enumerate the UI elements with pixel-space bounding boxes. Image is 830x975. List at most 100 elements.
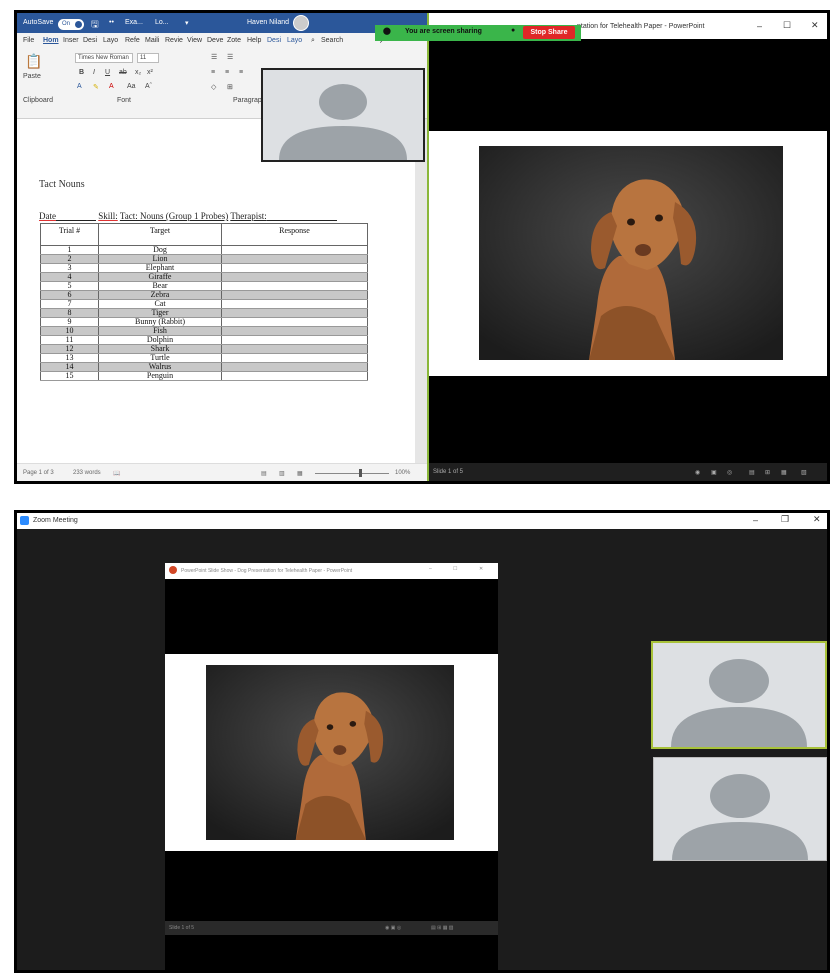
tab-view[interactable]: View (187, 37, 202, 44)
ppt-current-slide[interactable] (429, 131, 827, 376)
font-size-select[interactable]: 11 (137, 53, 159, 63)
tab-mailings[interactable]: Maili (145, 37, 159, 44)
close-icon[interactable]: ✕ (813, 514, 821, 525)
tab-table-design[interactable]: Desi (267, 37, 281, 44)
text-effects-icon[interactable]: A (77, 83, 82, 90)
tab-help[interactable]: Help (247, 37, 261, 44)
borders-icon[interactable]: ⊞ (227, 83, 233, 91)
align-center-icon[interactable]: ≡ (225, 69, 229, 76)
doc-header-line: Date Skill: Tact: Nouns (Group 1 Probes)… (39, 211, 337, 221)
close-icon[interactable]: ✕ (811, 20, 819, 31)
tab-references[interactable]: Refe (125, 37, 140, 44)
word-count[interactable]: 233 words (73, 470, 101, 476)
zoom-meeting-panel: Zoom Meeting – ❐ ✕ PowerPoint Slide Show… (14, 510, 830, 973)
change-case-icon[interactable]: Aa (127, 83, 136, 90)
paste-label[interactable]: Paste (23, 73, 41, 80)
user-name: Haven Niland (247, 19, 290, 26)
response-cell[interactable] (221, 335, 368, 345)
tab-developer[interactable]: Deve (207, 37, 223, 44)
table-row: 5 Bear (40, 281, 368, 291)
notes-icon[interactable]: ◉ (695, 469, 700, 476)
highlight-icon[interactable]: ✎ (93, 83, 99, 91)
slide-sorter-icon[interactable]: ◎ (727, 469, 732, 476)
align-left-icon[interactable]: ≡ (211, 69, 215, 76)
tab-layout[interactable]: Layo (103, 37, 118, 44)
print-layout-icon[interactable]: ▥ (279, 470, 285, 477)
underline-icon[interactable]: U (105, 69, 110, 76)
response-cell[interactable] (221, 245, 368, 255)
response-cell[interactable] (221, 254, 368, 264)
table-row: 14 Walrus (40, 362, 368, 372)
document-page[interactable]: Tact Nouns Date Skill: Tact: Nouns (Grou… (17, 119, 415, 463)
tab-file[interactable]: File (23, 37, 34, 44)
response-cell[interactable] (221, 290, 368, 300)
tab-zotero[interactable]: Zote (227, 37, 241, 44)
tab-review[interactable]: Revie (165, 37, 183, 44)
subscript-icon[interactable]: x₂ (135, 69, 141, 76)
participant-video[interactable] (653, 757, 827, 861)
read-mode-icon[interactable]: ▤ (261, 470, 267, 477)
font-color-icon[interactable]: A (109, 83, 114, 90)
shading-icon[interactable]: ◇ (211, 83, 216, 91)
slideshow-icon[interactable]: ⊞ (765, 469, 770, 476)
minimize-icon[interactable]: – (753, 515, 758, 525)
bold-icon[interactable]: B (79, 69, 84, 76)
zoom-level[interactable]: 100% (395, 470, 410, 476)
trial-cell: 15 (40, 371, 99, 381)
title-dropdown-icon[interactable]: ▾ (185, 19, 189, 27)
ribbon-tabs: File Hom Inser Desi Layo Refe Maili Revi… (17, 33, 427, 49)
proofing-icon[interactable]: 📖 (113, 470, 120, 477)
tab-table-layout[interactable]: Layo (287, 37, 302, 44)
tab-home[interactable]: Hom (43, 37, 59, 44)
grid-view-icon[interactable]: ▧ (801, 469, 807, 476)
shared-screen-slideshow[interactable]: PowerPoint Slide Show - Dog Presentation… (165, 563, 498, 970)
bullets-icon[interactable]: ☰ (211, 53, 217, 61)
doc-location[interactable]: Lo... (155, 19, 169, 26)
superscript-icon[interactable]: x² (147, 69, 153, 76)
fit-slide-icon[interactable]: ▦ (781, 469, 787, 476)
autosave-toggle[interactable]: On (58, 19, 84, 30)
response-cell[interactable] (221, 344, 368, 354)
web-layout-icon[interactable]: ▦ (297, 470, 303, 477)
response-cell[interactable] (221, 263, 368, 273)
self-video-thumbnail[interactable] (261, 68, 425, 162)
paste-icon[interactable]: 📋 (25, 53, 42, 70)
sharing-options-icon[interactable]: ● (511, 27, 515, 34)
response-cell[interactable] (221, 326, 368, 336)
numbering-icon[interactable]: ☰ (227, 53, 233, 61)
response-cell[interactable] (221, 272, 368, 282)
align-right-icon[interactable]: ≡ (239, 69, 243, 76)
avatar-placeholder-icon (671, 659, 807, 747)
response-cell[interactable] (221, 308, 368, 318)
minimize-icon[interactable]: – (757, 21, 762, 31)
user-avatar[interactable] (293, 15, 309, 31)
document-area: Tact Nouns Date Skill: Tact: Nouns (Grou… (17, 119, 427, 463)
zoom-slider-thumb[interactable] (359, 469, 362, 477)
zoom-slider[interactable] (315, 473, 389, 474)
response-cell[interactable] (221, 299, 368, 309)
italic-icon[interactable]: I (93, 69, 95, 76)
response-cell[interactable] (221, 362, 368, 372)
therapist-blank (266, 212, 337, 221)
response-cell[interactable] (221, 317, 368, 327)
tab-insert[interactable]: Inser (63, 37, 79, 44)
response-cell[interactable] (221, 353, 368, 363)
response-cell[interactable] (221, 281, 368, 291)
stop-share-button[interactable]: Stop Share (523, 26, 575, 39)
reading-view-icon[interactable]: ▤ (749, 469, 755, 476)
page-count[interactable]: Page 1 of 3 (23, 470, 54, 476)
font-name-select[interactable]: Times New Roman (75, 53, 133, 63)
response-cell[interactable] (221, 371, 368, 381)
search-label[interactable]: Search (321, 37, 343, 44)
normal-view-icon[interactable]: ▣ (711, 469, 717, 476)
search-icon[interactable]: ⌕ (311, 37, 315, 45)
strikethrough-icon[interactable]: ab (119, 69, 127, 76)
sharing-status-icon: ⬤ (383, 28, 391, 35)
restore-icon[interactable]: ❐ (781, 514, 789, 525)
maximize-icon[interactable]: ☐ (783, 20, 791, 31)
participant-video-active-speaker[interactable] (651, 641, 827, 749)
tab-design[interactable]: Desi (83, 37, 97, 44)
quick-access-more-icon[interactable]: •• (109, 19, 114, 26)
grow-font-icon[interactable]: Aˆ (145, 83, 152, 90)
save-icon[interactable]: 🖫 (91, 17, 99, 33)
